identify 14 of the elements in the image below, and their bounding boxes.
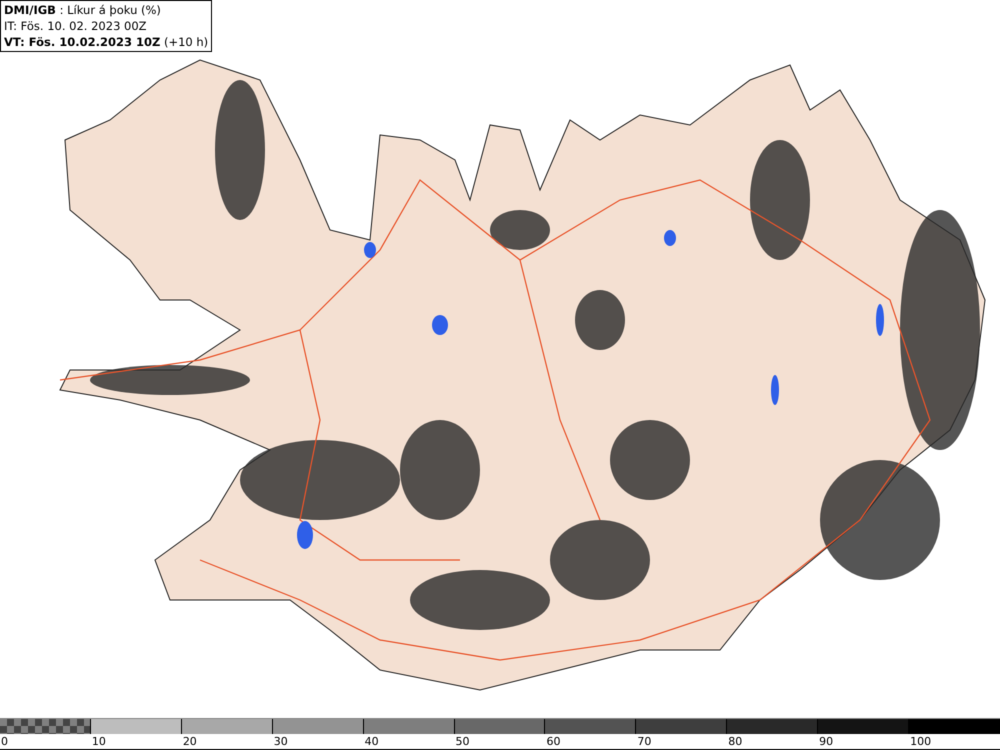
legend-title: DMI/IGB : Líkur á þoku (%)	[4, 2, 162, 18]
colorbar-label: 60	[546, 735, 560, 748]
valid-time: VT: Fös. 10.02.2023 10Z (+10 h)	[4, 34, 208, 50]
colorbar-label: 90	[819, 735, 834, 748]
colorbar-label: 50	[456, 735, 470, 748]
colorbar-label: 0	[1, 735, 8, 748]
colorbar-label: 80	[728, 735, 742, 748]
colorbar-label: 40	[364, 735, 379, 748]
colorbar-label: 10	[92, 735, 106, 748]
issue-time: IT: Fös. 10. 02. 2023 00Z	[4, 18, 148, 34]
colorbar-label: 100	[910, 735, 932, 748]
colorbar-label: 70	[637, 735, 652, 748]
colorbar-label: 20	[182, 735, 197, 748]
colorbar-label: 30	[274, 735, 288, 748]
